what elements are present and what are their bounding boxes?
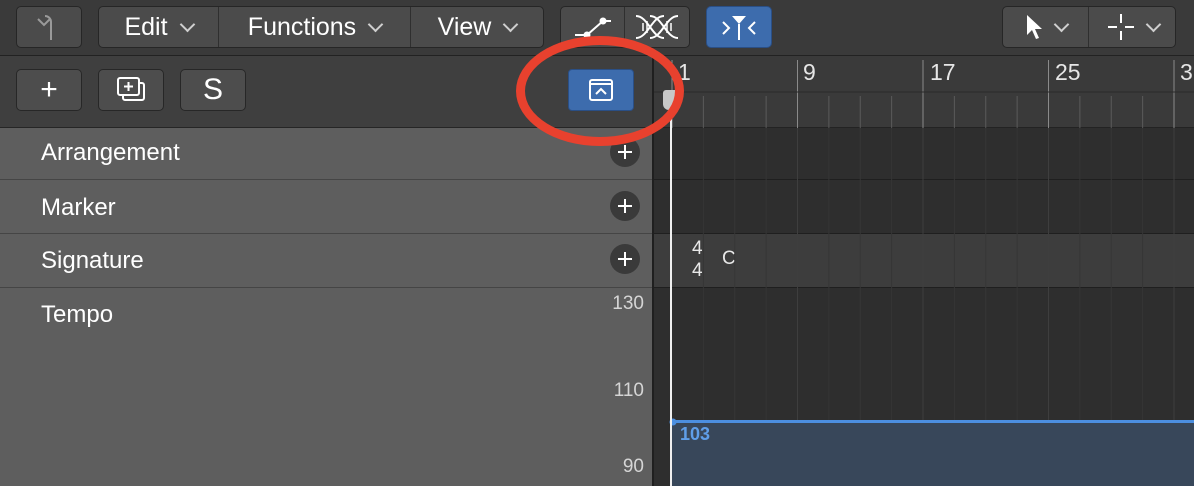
pointer-icon [1027,15,1042,39]
add-track-button[interactable]: + [16,69,82,111]
main-toolbar: Edit Functions View [0,0,1194,56]
plus-icon [618,199,632,213]
view-menu-label: View [437,12,492,41]
edit-menu[interactable]: Edit [99,7,219,47]
view-menu[interactable]: View [411,7,543,47]
track-header-toolbar: + S [0,56,652,128]
key-signature: C [722,248,736,269]
time-signature-denominator: 4 [692,260,703,281]
plus-icon [618,145,632,159]
ruler-bar-label: 25 [1055,59,1081,85]
catch-playhead-button[interactable] [706,6,772,48]
solo-button[interactable]: S [180,69,246,111]
catch-playhead-icon [722,16,756,40]
ruler-bar-label: 17 [930,59,956,85]
tempo-scale-label: 110 [613,380,644,401]
track-arrangement[interactable]: Arrangement [0,128,652,180]
signature-lane[interactable]: 4 4 C [654,234,1194,288]
ruler-bar-label: 3 [1180,59,1193,85]
menu-bar: Edit Functions View [98,6,544,48]
functions-menu[interactable]: Functions [219,7,411,47]
ruler-ticks [654,60,1194,128]
track-header-panel: + S Arrangement Marker Signature Tempo 1… [0,56,652,486]
automation-curve-icon [574,17,611,39]
tool-menu-group [1002,6,1176,48]
secondary-tool-menu[interactable] [1089,7,1175,47]
chevron-down-icon [179,16,195,32]
edit-menu-label: Edit [124,12,168,41]
track-name: Arrangement [41,139,180,166]
marker-lane[interactable] [654,180,1194,234]
ruler-bar-label: 9 [803,59,816,85]
ruler-bar-label: 1 [678,59,691,85]
arrangement-lane[interactable] [654,128,1194,180]
back-arrow-icon [37,15,52,40]
tempo-curve-region[interactable] [672,420,1194,486]
tempo-value: 103 [680,424,711,444]
track-name: Tempo [41,301,114,328]
chevron-down-icon [367,16,384,32]
flex-button[interactable] [625,7,689,47]
duplicate-track-icon [117,77,145,101]
track-tempo[interactable]: Tempo 130 110 90 [0,288,652,486]
solo-label: S [202,73,223,106]
automation-button[interactable] [561,7,625,47]
chevron-down-icon [503,16,519,32]
track-name: Marker [41,194,116,221]
plus-icon: + [40,73,58,106]
functions-menu-label: Functions [247,12,357,41]
chevron-down-icon [1053,16,1070,32]
global-tracks-area: 1 9 17 25 3 4 4 C 103 [652,56,1194,486]
tempo-scale-label: 90 [622,456,644,477]
global-tracks-icon [589,79,613,101]
plus-icon [618,252,632,266]
tempo-scale-label: 130 [612,293,644,314]
time-signature-numerator: 4 [692,238,703,259]
playhead-handle[interactable] [663,90,679,110]
back-button[interactable] [16,6,82,48]
flex-icon [635,15,679,39]
add-marker-button[interactable] [610,191,640,221]
chevron-down-icon [1145,16,1161,32]
automation-flex-group [560,6,690,48]
pointer-tool-menu[interactable] [1003,7,1089,47]
track-name: Signature [41,247,144,274]
track-signature[interactable]: Signature [0,234,652,288]
bar-ruler[interactable]: 1 9 17 25 3 [654,56,1194,128]
crosshair-icon [1107,14,1134,40]
add-signature-button[interactable] [610,244,640,274]
duplicate-track-button[interactable] [98,69,164,111]
add-arrangement-marker-button[interactable] [610,137,640,167]
playhead[interactable] [670,92,672,486]
track-marker[interactable]: Marker [0,180,652,234]
show-global-tracks-button[interactable] [568,69,634,111]
